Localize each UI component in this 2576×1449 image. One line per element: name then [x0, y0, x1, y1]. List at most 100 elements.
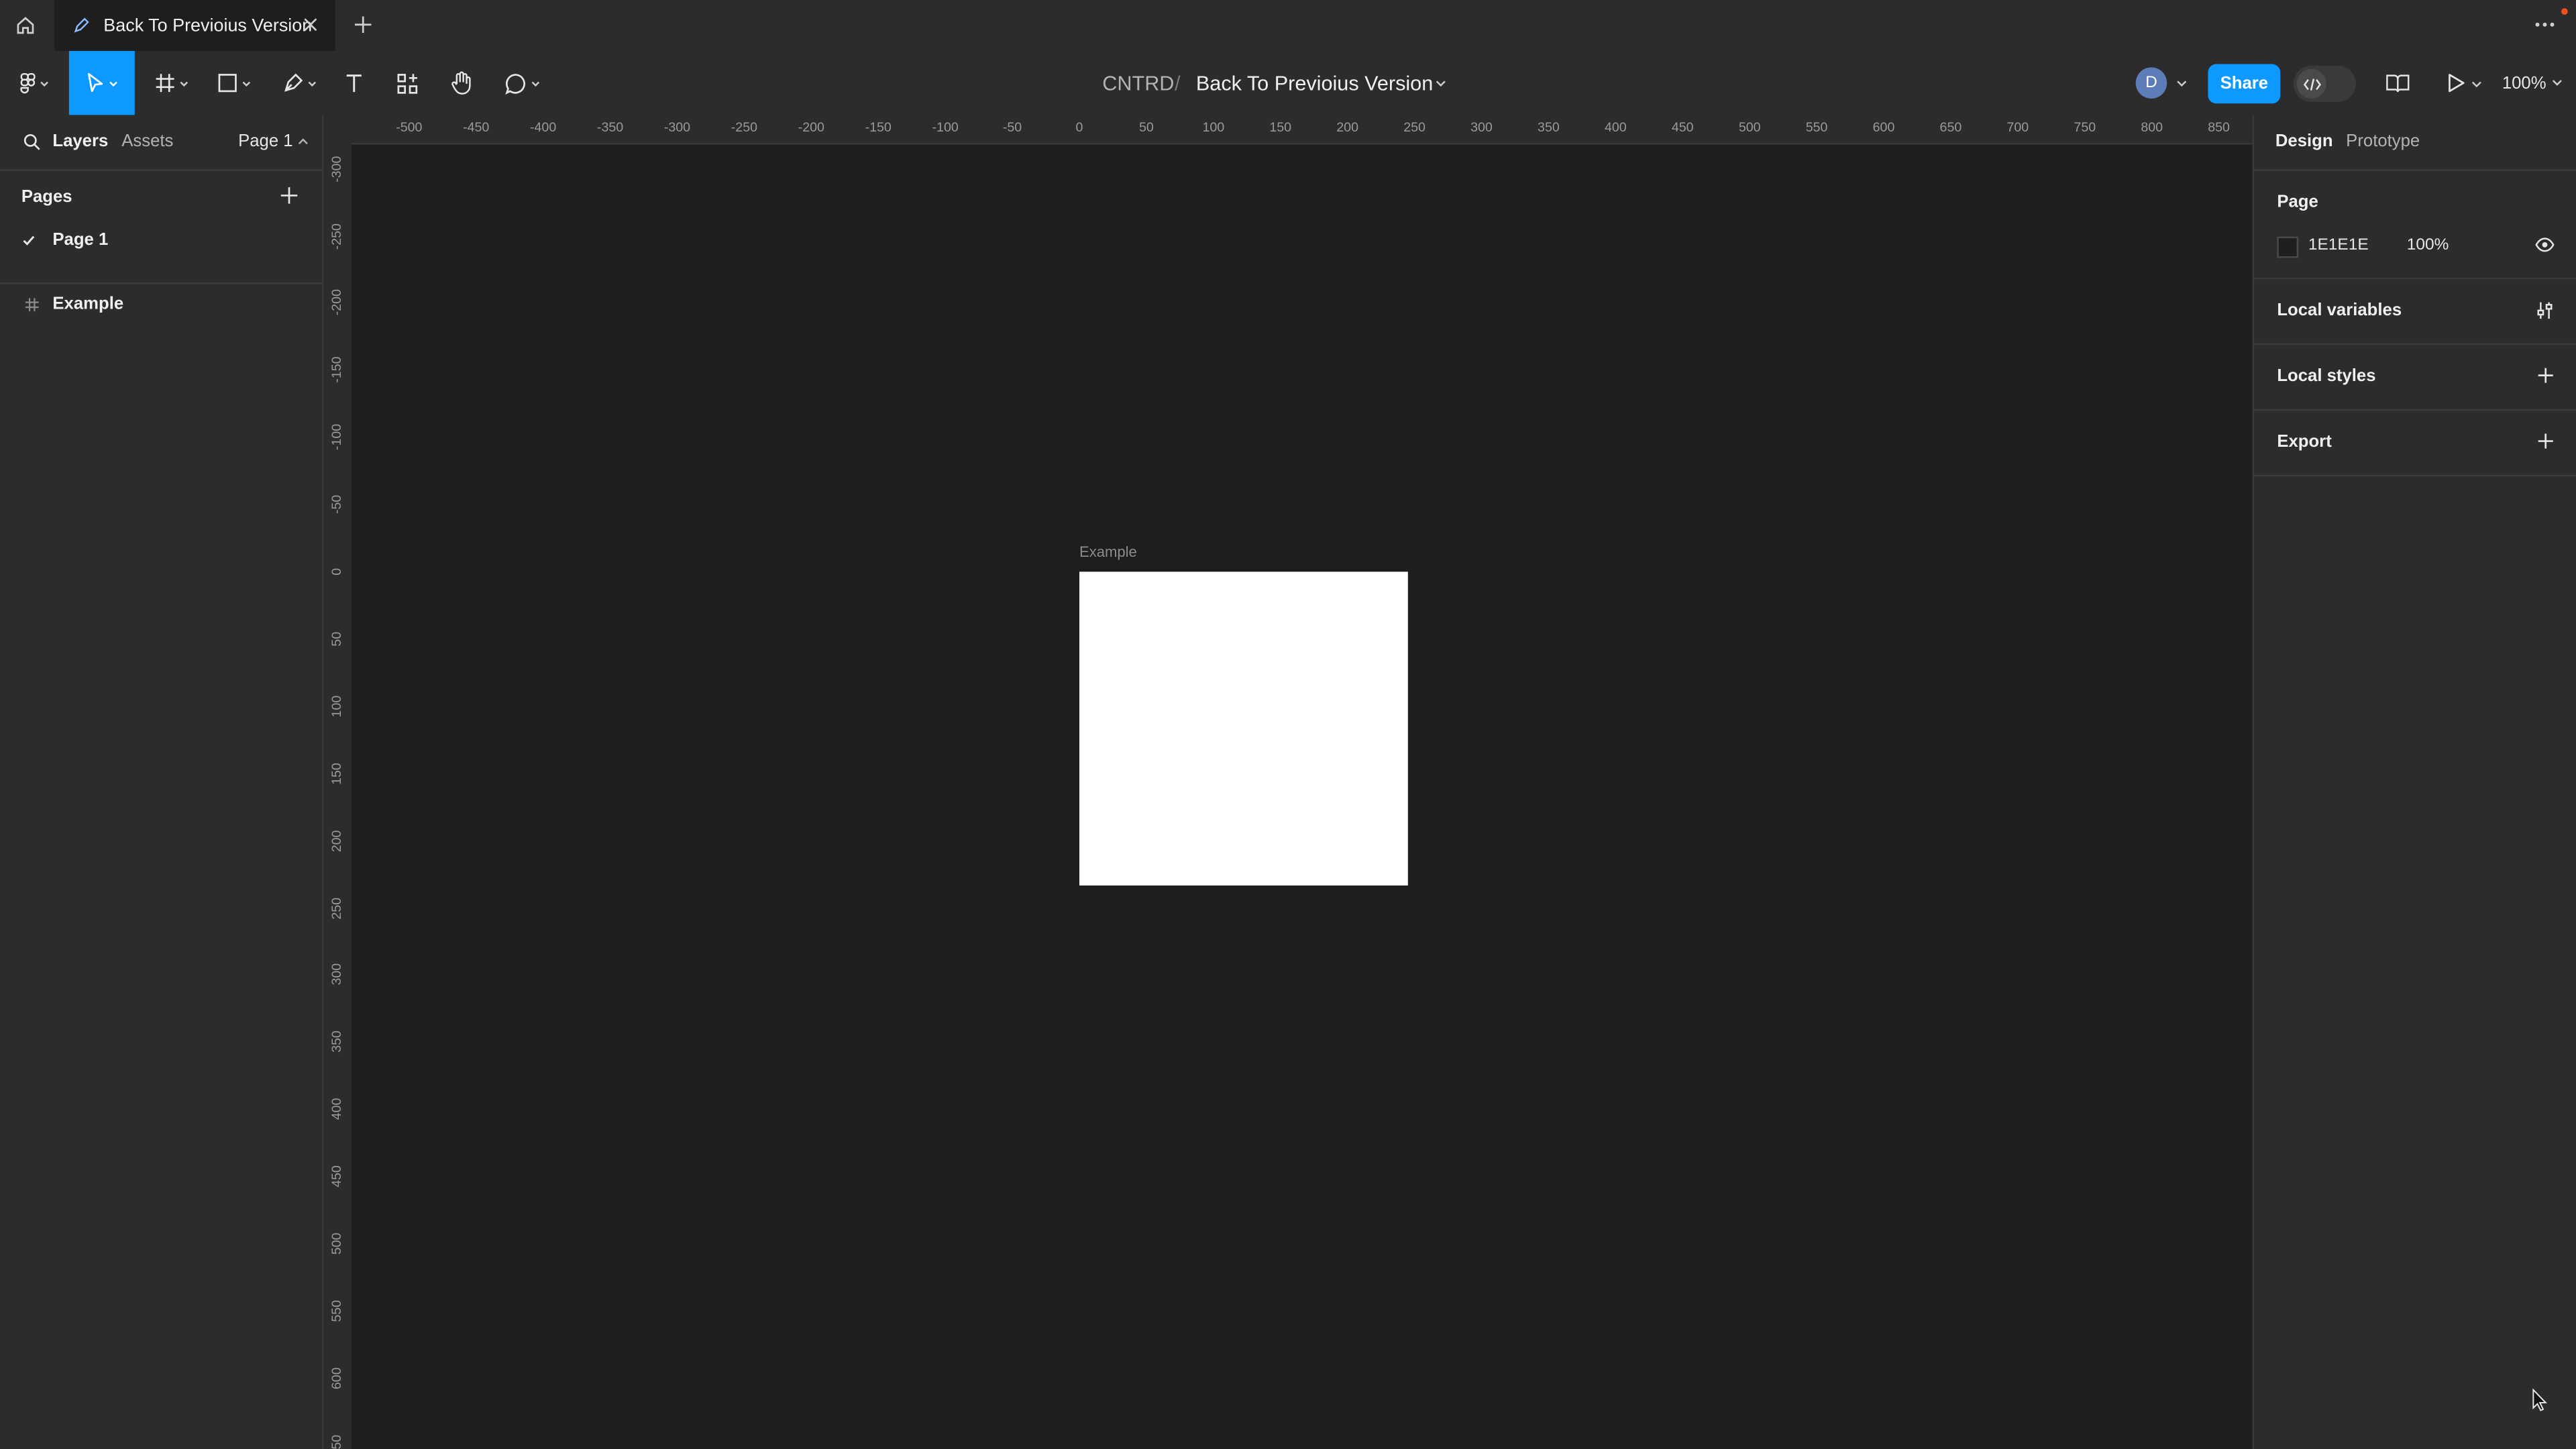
ruler-tick-label: 400: [1604, 119, 1627, 135]
avatar[interactable]: D: [2135, 67, 2167, 99]
cursor-pointer-icon: [2532, 1388, 2548, 1411]
home-tab[interactable]: [0, 0, 51, 51]
ruler-tick-label: 550: [329, 1299, 345, 1322]
frame-icon: [155, 74, 174, 93]
ruler-tick-label: 100: [1202, 119, 1225, 135]
ruler-tick-label: 550: [1805, 119, 1828, 135]
example-frame[interactable]: [1079, 572, 1408, 886]
ruler-tick-label: 800: [2141, 119, 2163, 135]
ruler-tick-label: -50: [1002, 119, 1022, 135]
pen-icon: [283, 73, 303, 92]
chevron-down-icon[interactable]: [1434, 77, 1448, 91]
dev-mode-toggle[interactable]: [2293, 65, 2356, 102]
divider: [2254, 277, 2576, 280]
design-file-icon: [74, 17, 89, 33]
tab-assets[interactable]: Assets: [121, 131, 173, 151]
tab-prototype[interactable]: Prototype: [2346, 131, 2420, 151]
code-icon: [2302, 78, 2320, 90]
page-section-title: Page: [2277, 192, 2318, 212]
ruler-tick-label: -350: [596, 119, 624, 135]
pen-tool-button[interactable]: [273, 51, 325, 115]
search-icon[interactable]: [23, 133, 41, 151]
ruler-tick-label: 600: [329, 1366, 345, 1389]
move-tool-button[interactable]: [68, 50, 135, 115]
frame-tool-button[interactable]: [145, 51, 197, 115]
ruler-tick-label: 500: [1738, 119, 1761, 135]
main-menu-button[interactable]: [10, 51, 59, 115]
figma-app: Back To Previoius Version CNTRD / Back T…: [0, 0, 2576, 1449]
check-icon: [23, 235, 35, 245]
comment-icon: [505, 72, 525, 94]
move-cursor-icon: [87, 72, 103, 93]
page-list-item[interactable]: Page 1: [0, 223, 322, 256]
close-icon[interactable]: [303, 16, 319, 32]
add-style-plus-icon[interactable]: [2536, 366, 2555, 384]
help-button[interactable]: [2516, 1385, 2553, 1421]
right-panel: Design Prototype Page 1E1E1E 100% Local …: [2252, 115, 2576, 1449]
share-button[interactable]: Share: [2208, 64, 2281, 104]
left-panel: Layers Assets Page 1 Pages Page 1 Exampl…: [0, 115, 324, 1449]
ruler-tick-label: 600: [1872, 119, 1895, 135]
library-book-icon[interactable]: [2385, 72, 2410, 94]
file-title[interactable]: Back To Previoius Version: [1196, 51, 1433, 115]
ruler-tick-label: 650: [1939, 119, 1962, 135]
local-variables-title: Local variables: [2277, 301, 2402, 321]
canvas[interactable]: Example: [352, 144, 2253, 1449]
ruler-tick-label: -200: [798, 119, 824, 135]
page-selector-label: Page 1: [238, 131, 293, 152]
page-selector[interactable]: Page 1: [238, 131, 309, 151]
comment-tool-button[interactable]: [496, 51, 549, 115]
ruler-tick-label: -200: [329, 289, 345, 317]
chevron-up-icon: [299, 138, 309, 144]
ruler-tick-label: -250: [731, 119, 758, 135]
layer-row[interactable]: Example: [0, 288, 322, 321]
page-color-swatch[interactable]: [2277, 236, 2299, 258]
more-options-icon[interactable]: [2533, 13, 2556, 36]
ruler-tick-label: 500: [329, 1232, 345, 1255]
ruler-tick-label: 650: [329, 1434, 345, 1449]
figma-logo-icon: [20, 72, 36, 94]
frame-label[interactable]: Example: [1079, 544, 1137, 560]
divider: [0, 282, 323, 284]
pages-title: Pages: [21, 187, 72, 207]
tab-bar: Back To Previoius Version: [0, 0, 2576, 53]
divider: [2254, 169, 2576, 171]
toolbar: CNTRD / Back To Previoius Version D Shar…: [0, 50, 2576, 117]
eye-icon[interactable]: [2535, 237, 2555, 253]
ruler-tick-label: 350: [1538, 119, 1560, 135]
ruler-tick-label: 150: [1269, 119, 1292, 135]
chevron-down-icon: [109, 80, 117, 86]
tab-layers[interactable]: Layers: [52, 131, 108, 151]
resources-icon: [397, 72, 418, 93]
page-color-opacity[interactable]: 100%: [2407, 237, 2449, 255]
resources-button[interactable]: [388, 51, 427, 115]
zoom-control[interactable]: 100%: [2502, 51, 2563, 115]
plus-icon[interactable]: [352, 13, 374, 36]
notification-dot: [2561, 8, 2568, 15]
ruler-tick-label: 750: [2074, 119, 2096, 135]
divider: [2254, 474, 2576, 477]
ruler-tick-label: 850: [2208, 119, 2230, 135]
add-page-plus-icon[interactable]: [279, 186, 299, 205]
text-icon: [345, 74, 361, 93]
page-list-item-label: Page 1: [52, 229, 109, 250]
document-tab[interactable]: Back To Previoius Version: [54, 0, 335, 51]
variables-settings-icon[interactable]: [2535, 301, 2555, 320]
ruler-tick-label: 400: [329, 1098, 345, 1120]
breadcrumb-project[interactable]: CNTRD: [1102, 51, 1174, 115]
divider: [0, 169, 323, 171]
tab-design[interactable]: Design: [2275, 131, 2333, 151]
home-icon: [17, 17, 34, 34]
ruler-tick-label: -50: [329, 494, 345, 515]
text-tool-button[interactable]: [335, 51, 372, 115]
chevron-down-icon: [531, 80, 540, 86]
page-color-hex[interactable]: 1E1E1E: [2308, 237, 2369, 255]
chevron-down-icon[interactable]: [2471, 79, 2482, 91]
ruler-tick-label: -100: [932, 119, 959, 135]
ruler-tick-label: 300: [1470, 119, 1493, 135]
play-icon[interactable]: [2447, 72, 2466, 94]
hand-tool-button[interactable]: [443, 51, 480, 115]
shape-tool-button[interactable]: [207, 51, 260, 115]
chevron-down-icon[interactable]: [2175, 77, 2188, 91]
add-export-plus-icon[interactable]: [2536, 432, 2555, 450]
